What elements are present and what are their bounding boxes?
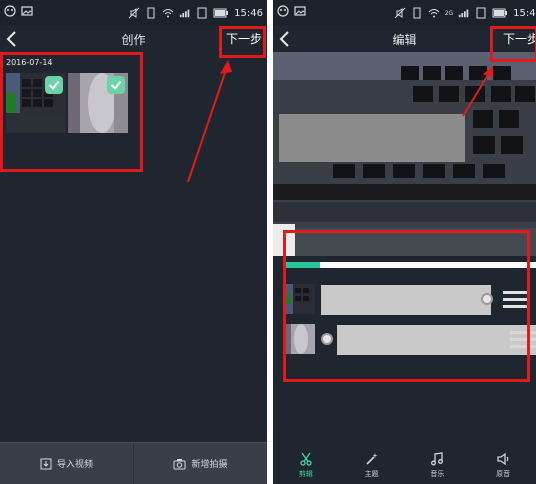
network-type: 2G	[444, 9, 454, 17]
trim-handle-left[interactable]	[321, 333, 333, 345]
tab-music[interactable]: 音乐	[405, 446, 471, 484]
sim-icon	[476, 7, 486, 19]
tab-label: 音乐	[430, 469, 445, 478]
battery-icon	[492, 8, 508, 18]
page-title: 编辑	[392, 33, 417, 47]
drag-handle-icon[interactable]	[510, 331, 536, 349]
edit-tab-bar: 剪辑 主题 音乐 原音	[273, 446, 536, 484]
scissors-icon	[300, 452, 312, 466]
timeline-progress-fill	[285, 262, 321, 268]
clip-thumbnail	[285, 324, 315, 354]
image-icon	[294, 6, 306, 16]
pointer-arrow	[462, 66, 493, 117]
signal-icon	[180, 9, 190, 18]
bottom-action-bar: 导入视频 新增拍摄	[0, 442, 267, 484]
pointer-arrow	[187, 60, 232, 183]
mute-icon	[394, 7, 406, 19]
selected-check-icon[interactable]	[107, 76, 125, 94]
signal-icon	[459, 9, 469, 18]
wifi-icon	[428, 9, 440, 18]
magic-wand-icon	[366, 452, 378, 465]
import-video-label: 导入视频	[56, 460, 93, 470]
status-bar: 15:46	[0, 0, 267, 26]
drag-handle-icon[interactable]	[503, 291, 529, 309]
import-icon	[40, 458, 52, 469]
image-icon	[21, 6, 33, 16]
clip-row-1[interactable]	[285, 284, 536, 316]
next-step-button[interactable]: 下一步	[503, 30, 536, 47]
selected-check-icon[interactable]	[45, 76, 63, 94]
tab-label: 主题	[364, 469, 379, 478]
tab-original-sound[interactable]: 原音	[470, 446, 536, 484]
status-bar: 2G 15:47	[273, 0, 536, 26]
sim-icon	[197, 7, 207, 19]
battery-icon	[213, 8, 229, 18]
new-shoot-label: 新增拍摄	[191, 460, 228, 470]
date-label: 2016-07-14	[6, 58, 53, 67]
app-face-icon	[4, 5, 16, 17]
clip-thumbnail	[285, 284, 315, 314]
new-shoot-button[interactable]: 新增拍摄	[134, 443, 267, 484]
clip-duration-bar[interactable]	[321, 285, 491, 315]
music-note-icon	[431, 451, 444, 465]
edit-screen: 2G 15:47 编辑 下一步	[273, 0, 536, 484]
tab-label: 原音	[496, 469, 511, 478]
video-thumbnail-1[interactable]	[6, 73, 66, 133]
trim-handle-right[interactable]	[481, 293, 493, 305]
clip-duration-bar[interactable]	[337, 325, 536, 355]
app-face-icon	[277, 5, 289, 17]
tab-theme[interactable]: 主题	[339, 446, 405, 484]
vibrate-icon	[147, 7, 155, 19]
clip-row-2[interactable]	[285, 324, 536, 356]
camera-icon	[173, 458, 186, 469]
status-time: 15:47	[513, 7, 536, 19]
video-thumbnail-2[interactable]	[68, 73, 128, 133]
import-video-button[interactable]: 导入视频	[0, 443, 133, 484]
status-time: 15:46	[234, 7, 263, 19]
timeline-progress[interactable]	[285, 262, 536, 268]
title-bar: 创作 下一步	[0, 26, 267, 52]
tab-label: 剪辑	[298, 469, 313, 478]
next-step-button[interactable]: 下一步	[226, 30, 262, 47]
create-screen: 15:46 创作 下一步 2016-07-14 导入视频 新增拍摄	[0, 0, 267, 484]
mute-icon	[128, 7, 140, 19]
wifi-icon	[162, 9, 174, 18]
tutorial-composite: 15:46 创作 下一步 2016-07-14 导入视频 新增拍摄 2G 15:…	[0, 0, 536, 484]
title-bar: 编辑 下一步	[273, 26, 536, 52]
speaker-icon	[497, 452, 509, 465]
vibrate-icon	[413, 7, 421, 19]
tab-cut[interactable]: 剪辑	[273, 446, 339, 484]
